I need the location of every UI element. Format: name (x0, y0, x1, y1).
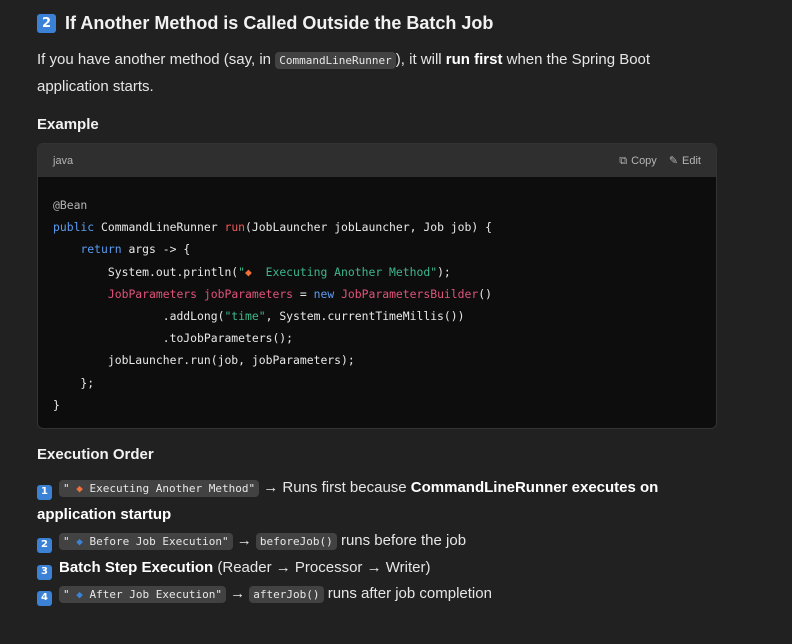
code-line: public CommandLineRunner run(JobLauncher… (53, 220, 492, 235)
list-item: 3 Batch Step Execution (Reader → Processo… (37, 555, 717, 581)
code-line: }; (53, 375, 95, 390)
list-item: 4 " ◆ After Job Execution" → afterJob() r… (37, 581, 717, 608)
code-line: .addLong("time", System.currentTimeMilli… (53, 309, 465, 324)
edit-button[interactable]: ✎ Edit (669, 154, 701, 168)
example-heading: Example (37, 116, 99, 133)
inline-code: " ◆ Before Job Execution" (59, 533, 233, 550)
inline-code: beforeJob() (255, 533, 337, 550)
list-item: 1 " ◆ Executing Another Method" → Runs fi… (37, 479, 659, 523)
section-heading: 2 If Another Method is Called Outside th… (37, 13, 493, 34)
inline-code: " ◆ After Job Execution" (59, 586, 226, 603)
code-line: jobLauncher.run(job, jobParameters); (53, 353, 355, 368)
code-line: @Bean (53, 198, 88, 212)
code-line: } (53, 397, 60, 412)
inline-code: CommandLineRunner (275, 52, 396, 69)
inline-code: " ◆ Executing Another Method" (59, 480, 260, 497)
execution-order-heading: Execution Order (37, 446, 154, 463)
code-content[interactable]: @Bean public CommandLineRunner run(JobLa… (38, 177, 716, 416)
code-block: java ⧉ Copy ✎ Edit @Bean public CommandL… (37, 143, 717, 429)
keycap-number-icon: 1 (37, 484, 52, 500)
copy-button[interactable]: ⧉ Copy (619, 154, 657, 168)
pencil-icon: ✎ (668, 154, 679, 167)
code-language-label: java (53, 154, 74, 167)
copy-icon: ⧉ (619, 153, 628, 167)
keycap-number-icon: 4 (37, 590, 52, 606)
intro-paragraph: If you have another method (say, in Comm… (37, 51, 651, 95)
code-line: JobParameters jobParameters = new JobPar… (107, 286, 492, 301)
inline-code: afterJob() (249, 586, 324, 603)
keycap-number-icon: 3 (37, 564, 52, 580)
execution-order-list: 1 " ◆ Executing Another Method" → Runs fi… (37, 475, 717, 608)
keycap-number-icon: 2 (37, 14, 56, 33)
section-title: If Another Method is Called Outside the … (65, 13, 494, 33)
code-line: return args -> { (80, 242, 191, 257)
code-line: .toJobParameters(); (53, 331, 294, 346)
code-line: System.out.println("◆ Executing Another … (53, 264, 451, 279)
list-item: 2 " ◆ Before Job Execution" → beforeJob()… (37, 528, 717, 555)
code-block-header: java ⧉ Copy ✎ Edit (38, 144, 716, 177)
keycap-number-icon: 2 (37, 537, 52, 553)
